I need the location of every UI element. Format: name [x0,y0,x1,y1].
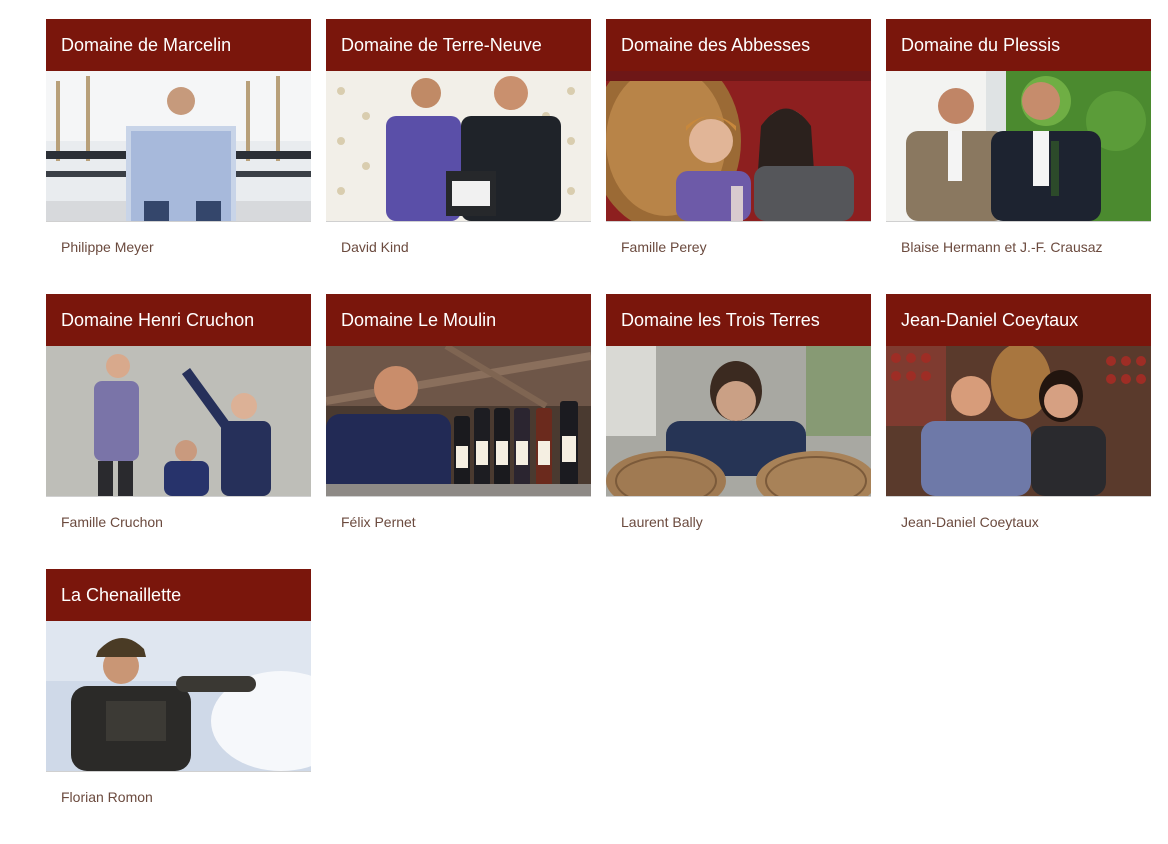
domaine-caption: Jean-Daniel Coeytaux [901,514,1039,530]
domaine-caption: Famille Cruchon [61,514,163,530]
domaine-photo[interactable] [46,346,311,497]
domaine-caption: David Kind [341,239,409,255]
domaine-photo[interactable] [886,346,1151,497]
domaine-card[interactable]: Domaine de Terre-Neuve David Kind [326,19,591,294]
domaine-caption: Laurent Bally [621,514,703,530]
domaine-card[interactable]: Domaine Henri Cruchon Famille Cruchon [46,294,311,569]
domaine-title[interactable]: Domaine de Terre-Neuve [326,19,591,71]
domaine-title[interactable]: Domaine Henri Cruchon [46,294,311,346]
domaine-title[interactable]: Jean-Daniel Coeytaux [886,294,1151,346]
domaine-title[interactable]: Domaine Le Moulin [326,294,591,346]
domaine-card[interactable]: Domaine Le Moulin Félix Pernet [326,294,591,569]
domaine-title[interactable]: Domaine du Plessis [886,19,1151,71]
domaine-photo[interactable] [326,346,591,497]
domaine-photo[interactable] [606,71,871,222]
domaine-title[interactable]: Domaine les Trois Terres [606,294,871,346]
domaine-photo[interactable] [886,71,1151,222]
domaine-card[interactable]: Domaine du Plessis Blaise Hermann et J.-… [886,19,1151,294]
domaine-card[interactable]: Jean-Daniel Coeytaux Jean-Daniel Coeytau… [886,294,1151,569]
domaine-card[interactable]: Domaine les Trois Terres Laurent Bally [606,294,871,569]
domaine-caption: Félix Pernet [341,514,416,530]
domaine-caption: Philippe Meyer [61,239,154,255]
domaine-caption: Famille Perey [621,239,707,255]
domaine-photo[interactable] [46,71,311,222]
domaine-title[interactable]: La Chenaillette [46,569,311,621]
domaine-card[interactable]: Domaine des Abbesses Famille Perey [606,19,871,294]
domaine-photo[interactable] [46,621,311,772]
domaines-grid: Domaine de Marcelin Philippe Meyer Domai… [46,19,1151,844]
domaine-card[interactable]: La Chenaillette Florian Romon [46,569,311,844]
domaine-photo[interactable] [326,71,591,222]
domaine-caption: Blaise Hermann et J.-F. Crausaz [901,239,1103,255]
domaine-title[interactable]: Domaine des Abbesses [606,19,871,71]
domaine-title[interactable]: Domaine de Marcelin [46,19,311,71]
domaine-caption: Florian Romon [61,789,153,805]
domaine-card[interactable]: Domaine de Marcelin Philippe Meyer [46,19,311,294]
domaine-photo[interactable] [606,346,871,497]
